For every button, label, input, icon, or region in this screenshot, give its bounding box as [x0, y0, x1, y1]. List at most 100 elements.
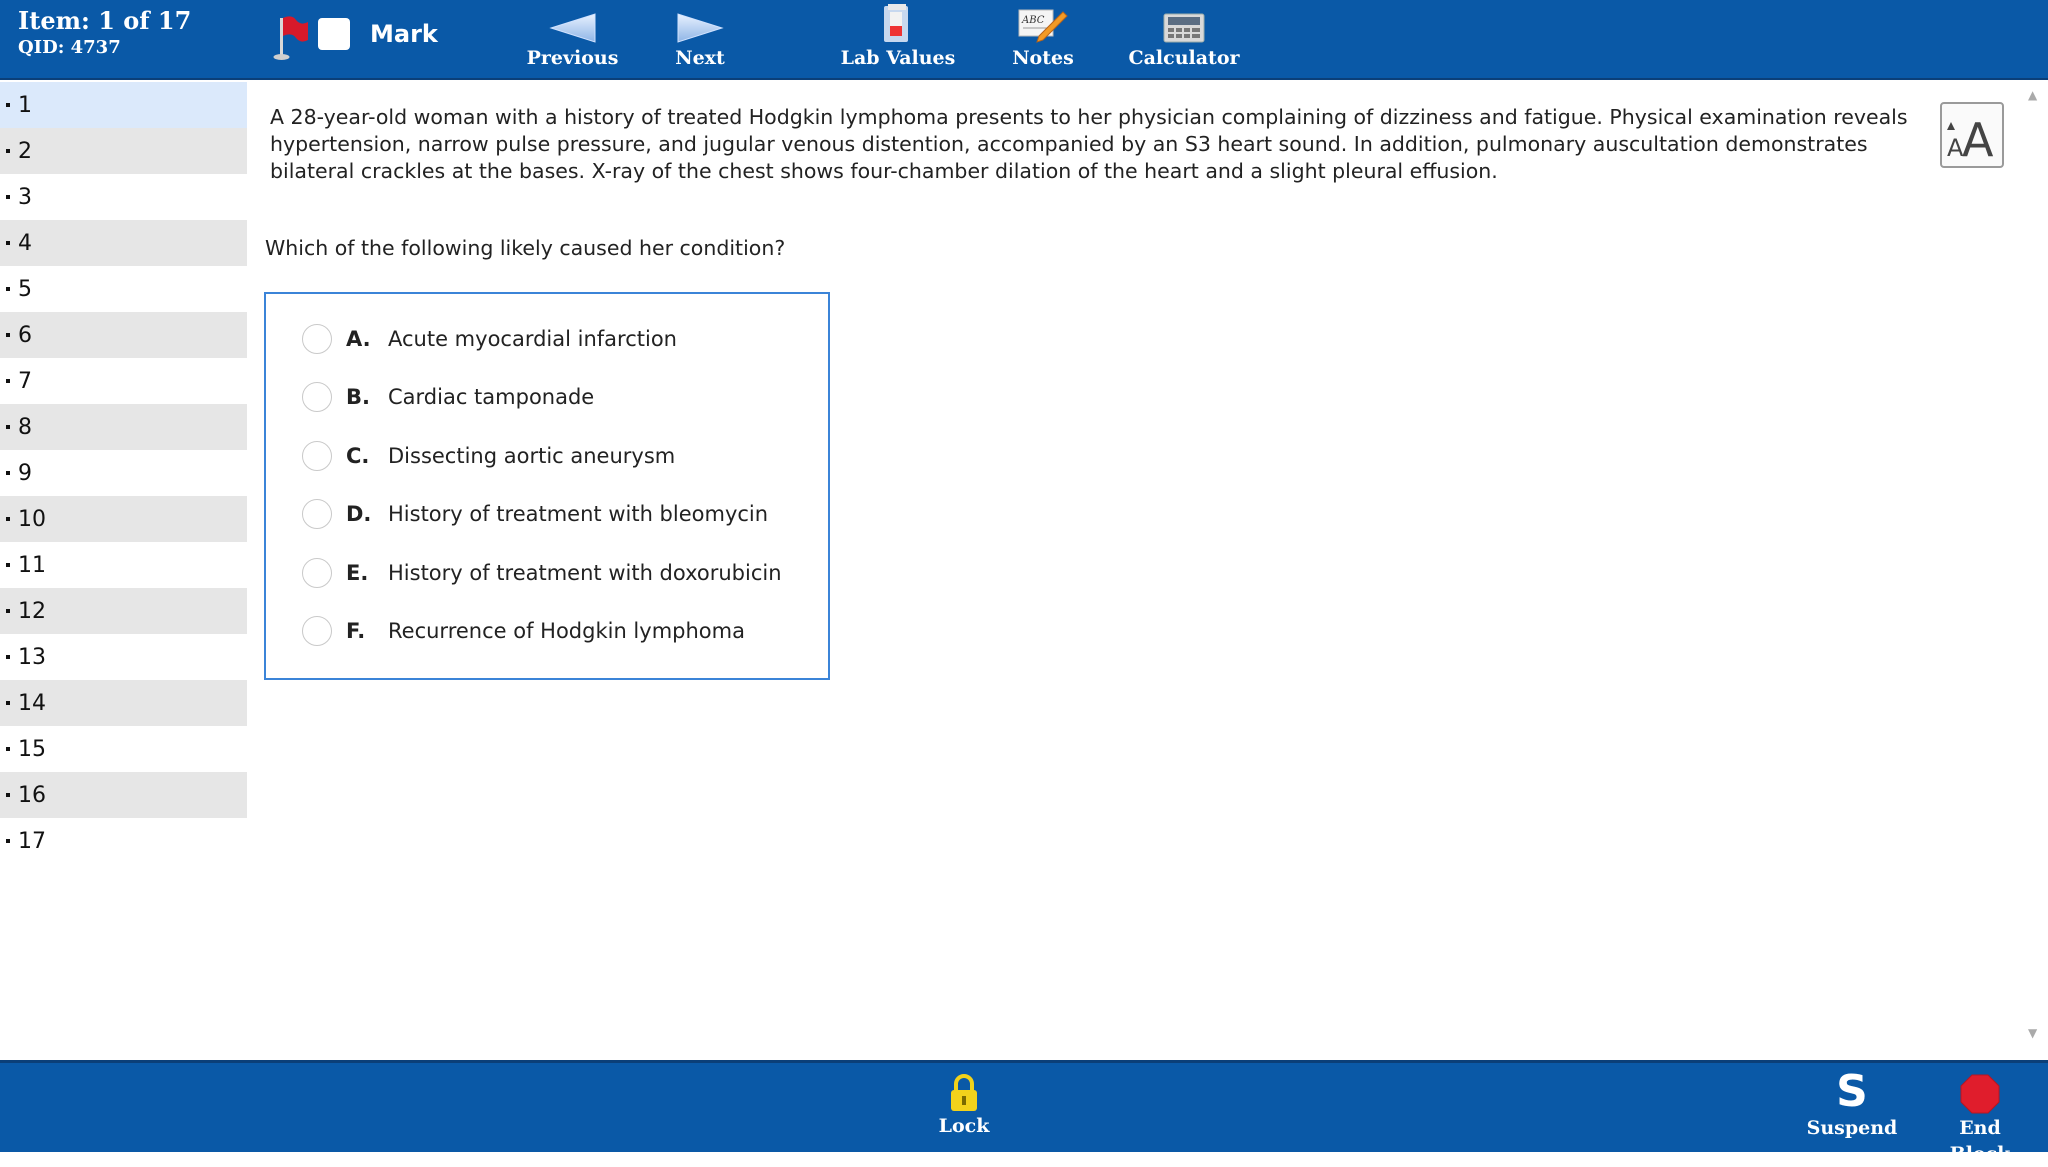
top-toolbar: Item: 1 of 17 QID: 4737 Mark Previous Ne…: [0, 0, 2048, 80]
sidebar-item-9[interactable]: 9: [0, 450, 247, 496]
sidebar-item-label: 6: [18, 322, 32, 348]
padlock-icon: [930, 1069, 998, 1113]
sidebar-item-13[interactable]: 13: [0, 634, 247, 680]
sidebar-item-label: 1: [18, 92, 32, 118]
notes-icon-text: ABC: [1021, 15, 1045, 26]
font-size-icon: A A: [1947, 113, 1994, 167]
sidebar-item-16[interactable]: 16: [0, 772, 247, 818]
suspend-icon: S: [1836, 1066, 1868, 1117]
lab-values-label: Lab Values: [840, 47, 956, 69]
answer-text: History of treatment with doxorubicin: [388, 560, 782, 585]
bullet-icon: [6, 747, 10, 751]
sidebar-item-label: 12: [18, 598, 46, 624]
sidebar-item-5[interactable]: 5: [0, 266, 247, 312]
sidebar-item-10[interactable]: 10: [0, 496, 247, 542]
notepad-pencil-icon: ABC: [1008, 4, 1078, 44]
sidebar-item-6[interactable]: 6: [0, 312, 247, 358]
radio-button[interactable]: [302, 616, 332, 646]
sidebar-item-8[interactable]: 8: [0, 404, 247, 450]
bullet-icon: [6, 287, 10, 291]
sidebar-item-label: 15: [18, 736, 46, 762]
answer-letter: B.: [346, 385, 370, 410]
mark-checkbox[interactable]: [318, 18, 350, 50]
question-prompt: Which of the following likely caused her…: [265, 236, 786, 260]
next-button[interactable]: Next: [662, 4, 738, 72]
sidebar-item-7[interactable]: 7: [0, 358, 247, 404]
bullet-icon: [6, 839, 10, 843]
item-info: Item: 1 of 17 QID: 4737: [18, 6, 191, 60]
bullet-icon: [6, 425, 10, 429]
lab-values-button[interactable]: Lab Values: [836, 4, 960, 72]
sidebar-item-14[interactable]: 14: [0, 680, 247, 726]
sidebar-item-15[interactable]: 15: [0, 726, 247, 772]
bullet-icon: [6, 103, 10, 107]
bullet-icon: [6, 609, 10, 613]
answer-letter: C.: [346, 443, 370, 468]
lock-button[interactable]: Lock: [930, 1069, 998, 1139]
sidebar-item-1[interactable]: 1: [0, 82, 247, 128]
mark-label: Mark: [370, 20, 438, 48]
answer-text: Acute myocardial infarction: [388, 327, 677, 351]
sidebar-item-label: 11: [18, 552, 46, 578]
bullet-icon: [6, 333, 10, 337]
sidebar-item-label: 7: [18, 368, 32, 394]
answer-choices: A. Acute myocardial infarction B. Cardiac t…: [264, 292, 830, 680]
sidebar-item-label: 2: [18, 138, 32, 164]
answer-letter: F.: [346, 619, 366, 643]
previous-label: Previous: [526, 47, 619, 69]
flag-icon[interactable]: [270, 12, 310, 62]
notes-button[interactable]: ABC Notes: [1008, 4, 1078, 72]
bullet-icon: [6, 517, 10, 521]
radio-button[interactable]: [302, 382, 332, 413]
answer-letter: A.: [346, 327, 371, 351]
radio-button[interactable]: [302, 499, 332, 530]
sidebar-item-label: 5: [18, 276, 32, 302]
question-stem: A 28-year-old woman with a history of tr…: [270, 105, 1908, 183]
previous-button[interactable]: Previous: [525, 4, 620, 72]
bullet-icon: [6, 379, 10, 383]
sidebar-item-2[interactable]: 2: [0, 128, 247, 174]
calculator-button[interactable]: Calculator: [1128, 4, 1240, 72]
bullet-icon: [6, 471, 10, 475]
sidebar-item-17[interactable]: 17: [0, 818, 247, 864]
bullet-icon: [6, 149, 10, 153]
question-id: QID: 4737: [18, 37, 121, 58]
suspend-button[interactable]: S Suspend: [1804, 1069, 1900, 1141]
sidebar-item-label: 14: [18, 690, 46, 716]
answer-option[interactable]: A. Acute myocardial infarction: [302, 322, 677, 356]
answer-option[interactable]: B. Cardiac tamponade: [302, 380, 594, 414]
answer-letter: D.: [346, 502, 372, 527]
sidebar-item-4[interactable]: 4: [0, 220, 247, 266]
bullet-icon: [6, 563, 10, 567]
suspend-label: Suspend: [1806, 1117, 1898, 1139]
answer-text: Cardiac tamponade: [388, 385, 595, 410]
end-block-button[interactable]: End Block: [1926, 1069, 2034, 1167]
notes-label: Notes: [1012, 47, 1074, 69]
answer-option[interactable]: F. Recurrence of Hodgkin lymphoma: [302, 614, 745, 648]
answer-text: History of treatment with bleomycin: [388, 502, 769, 527]
answer-text: Dissecting aortic aneurysm: [388, 443, 676, 468]
scroll-down-arrow[interactable]: ▼: [2028, 1026, 2037, 1040]
radio-button[interactable]: [302, 440, 332, 471]
radio-button[interactable]: [302, 557, 332, 588]
question-navigator: 1 2 3 4 5 6 7 8 9 10 11 12 13 14 15 16 17: [0, 82, 247, 864]
answer-letter: E.: [346, 560, 369, 585]
stop-sign-icon: [1926, 1069, 2034, 1115]
bullet-icon: [6, 241, 10, 245]
sidebar-item-3[interactable]: 3: [0, 174, 247, 220]
end-block-label: End Block: [1949, 1117, 2011, 1165]
scroll-up-arrow[interactable]: ▲: [2028, 88, 2037, 102]
sidebar-item-label: 13: [18, 644, 46, 670]
sidebar-item-label: 4: [18, 230, 32, 256]
bottom-toolbar: Lock S Suspend End Block: [0, 1060, 2048, 1165]
bullet-icon: [6, 655, 10, 659]
sidebar-item-12[interactable]: 12: [0, 588, 247, 634]
answer-option[interactable]: E. History of treatment with doxorubicin: [302, 556, 782, 590]
font-size-button[interactable]: A A: [1940, 102, 2004, 168]
answer-option[interactable]: C. Dissecting aortic aneurysm: [302, 439, 675, 473]
answer-option[interactable]: D. History of treatment with bleomycin: [302, 497, 768, 531]
bullet-icon: [6, 195, 10, 199]
sidebar-item-label: 3: [18, 184, 32, 210]
radio-button[interactable]: [302, 324, 332, 354]
sidebar-item-11[interactable]: 11: [0, 542, 247, 588]
